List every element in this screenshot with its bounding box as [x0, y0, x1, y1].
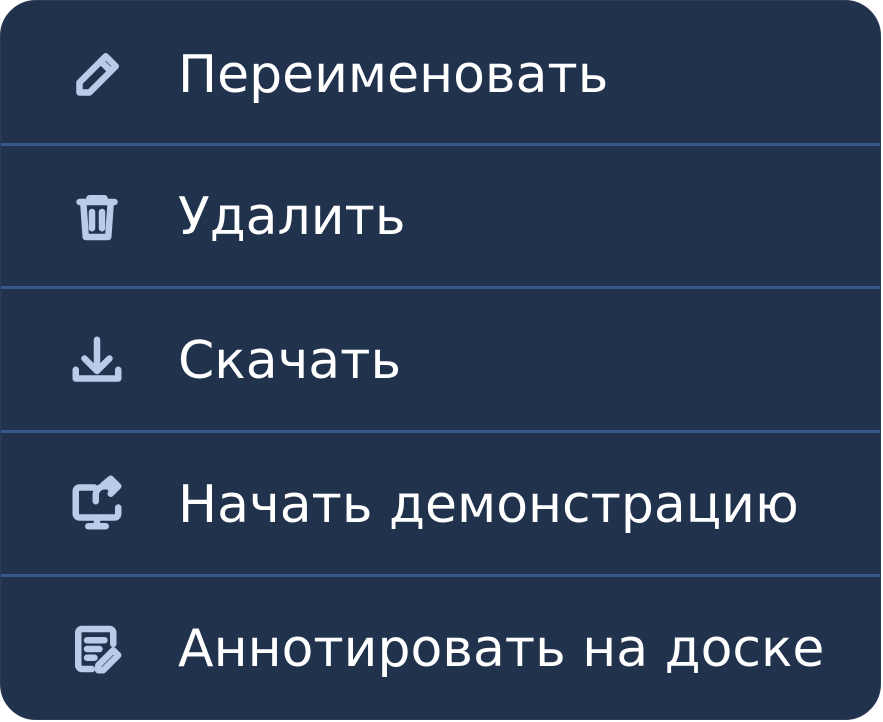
menu-item-label: Переименовать: [178, 45, 609, 105]
menu-item-label: Аннотировать на доске: [178, 619, 825, 679]
menu-item-rename[interactable]: Переименовать: [1, 4, 880, 146]
menu-item-annotate[interactable]: Аннотировать на доске: [1, 578, 880, 719]
menu-divider: [1, 286, 880, 289]
menu-item-label: Скачать: [178, 331, 402, 391]
context-menu: Переименовать Удалить Скачать Начать дем…: [0, 0, 881, 720]
menu-item-download[interactable]: Скачать: [1, 290, 880, 432]
download-icon: [65, 329, 129, 393]
menu-divider: [1, 574, 880, 577]
annotate-icon: [65, 617, 129, 681]
menu-item-delete[interactable]: Удалить: [1, 146, 880, 288]
pencil-icon: [65, 43, 129, 107]
screen-share-icon: [65, 473, 129, 537]
menu-divider: [1, 430, 880, 433]
menu-item-label: Начать демонстрацию: [178, 475, 799, 535]
menu-item-label: Удалить: [178, 187, 406, 247]
menu-item-start-presenting[interactable]: Начать демонстрацию: [1, 434, 880, 576]
trash-icon: [65, 185, 129, 249]
